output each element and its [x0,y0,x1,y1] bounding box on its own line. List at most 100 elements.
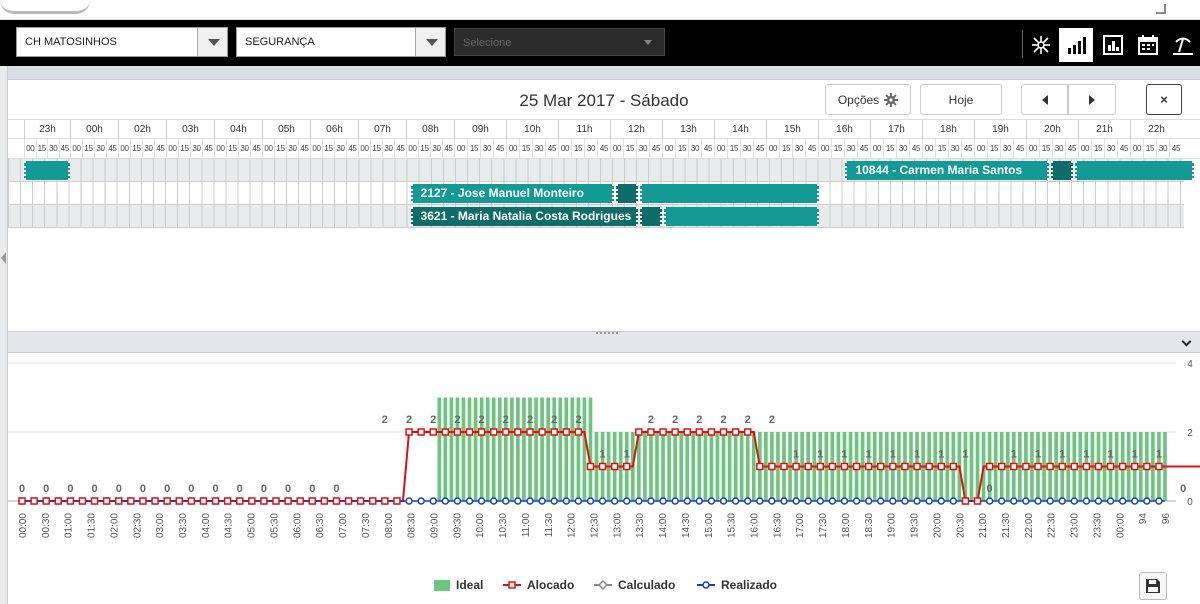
x-tick-label: 05:30 [269,513,280,538]
ideal-bar [564,397,569,501]
minute-header: 00 [714,139,727,159]
shift-block[interactable] [615,184,639,203]
staffing-chart: 0240 0 0 0 0 0 0 0 0 0 0 0 0 02 2 2 2 2 2 2 2 21 12 2 2 2 2 21 1 1 1 1 1… [8,359,1200,538]
department-value: SEGURANÇA [245,36,315,48]
data-label: 1 [914,449,920,461]
realizado-point [405,497,413,505]
floppy-disk-icon [1146,579,1160,593]
realizado-point [1094,497,1103,505]
data-label: 2 [672,414,678,426]
alocado-point [90,497,99,505]
minute-header: 30 [334,139,346,159]
realizado-point [598,497,607,505]
shift-block[interactable] [640,184,820,203]
network-button[interactable] [1024,28,1058,62]
x-tick-label: 19:30 [910,513,921,538]
data-label: 1 [841,449,847,461]
extra-dropdown[interactable]: Selecione [454,28,665,56]
minute-header: 30 [1000,139,1013,159]
alocado-point [344,497,353,505]
realizado-point [792,497,800,505]
x-tick-label: 07:30 [361,513,372,538]
vacation-button[interactable] [1166,28,1200,62]
pane-divider[interactable] [8,331,1200,353]
x-tick-label: 06:00 [292,513,303,538]
chevron-down-icon[interactable] [415,28,445,56]
alocado-point [102,497,111,505]
alocado-point [465,428,474,436]
alocado-point [393,497,401,505]
hour-header: 00h [70,120,118,140]
close-button[interactable]: × [1146,84,1182,115]
collapse-arrow-icon[interactable] [1,252,6,264]
today-button[interactable]: Hoje [920,84,1002,115]
department-dropdown[interactable]: SEGURANÇA [236,27,446,57]
alocado-point [804,462,812,471]
ideal-bar [522,397,526,501]
options-button[interactable]: Opções [825,84,911,115]
realizado-point [526,497,534,505]
realizado-point [417,497,425,505]
realizado-point [623,497,631,505]
bar-chart-button[interactable] [1059,28,1093,62]
shift-block[interactable]: 3621 - Maria Natalia Costa Rodrigues [410,207,639,226]
location-dropdown[interactable]: CH MATOSINHOS [16,27,228,57]
hour-header: 21h [1078,120,1130,140]
alocado-point [66,497,75,505]
minute-header: 30 [636,139,649,159]
alocado-point [816,462,825,471]
next-button[interactable] [1068,84,1116,115]
chevron-down-icon[interactable] [197,28,227,56]
hour-header: 10h [506,120,558,140]
previous-button[interactable] [1021,84,1068,115]
minute-header: 30 [480,139,493,159]
realizado-point [1106,497,1115,505]
realizado-point [840,497,849,505]
chevron-down-icon[interactable] [634,29,664,57]
data-label: 0 [116,483,122,495]
x-tick-label: 00:30 [41,513,52,538]
alocado-point [973,497,982,505]
shift-block[interactable] [24,161,71,180]
legend-calculado[interactable]: Calculado [594,576,675,594]
ideal-bar [721,432,726,501]
shift-block[interactable] [640,207,663,226]
alocado-point [985,462,994,471]
report-chart-button[interactable] [1096,28,1130,62]
minute-header: 30 [688,139,701,159]
realizado-point [441,497,450,505]
chevron-down-icon[interactable] [1181,336,1192,347]
x-tick-label: 20:00 [932,513,943,538]
minute-header: 15 [727,139,740,159]
alocado-point [1070,462,1079,471]
ideal-bar [443,397,448,501]
shift-block[interactable]: 10844 - Carmen Maria Santos [845,161,1049,180]
alocado-point [961,497,970,505]
shift-block[interactable]: 2127 - Jose Manuel Monteiro [410,184,614,203]
hour-header: 18h [922,120,974,140]
x-tick-label: 94 [1138,513,1149,525]
legend-ideal[interactable]: Ideal [434,576,483,594]
alocado-point [1010,462,1018,471]
ideal-bar [679,432,684,501]
save-button[interactable] [1139,572,1167,600]
shift-block[interactable] [1050,161,1073,180]
minute-header: 15 [226,139,238,159]
calendar-button[interactable] [1131,28,1165,62]
options-label: Opções [837,92,880,107]
resize-grip-icon[interactable] [596,332,618,336]
hour-header: 02h [118,120,166,140]
legend-realizado[interactable]: Realizado [697,576,777,594]
x-tick-label: 12:00 [567,513,578,538]
data-label: 2 [648,414,654,426]
shift-block[interactable] [664,207,820,226]
hour-header: 20h [1026,120,1078,140]
alocado-point [235,497,244,505]
alocado-point [30,497,38,505]
legend-alocado[interactable]: Alocado [503,576,574,594]
minute-header: 30 [584,139,597,159]
x-tick-label: 14:30 [681,513,692,538]
shift-block[interactable] [1074,161,1194,180]
x-tick-label: 20:30 [955,513,966,538]
data-label: 1 [793,449,799,461]
